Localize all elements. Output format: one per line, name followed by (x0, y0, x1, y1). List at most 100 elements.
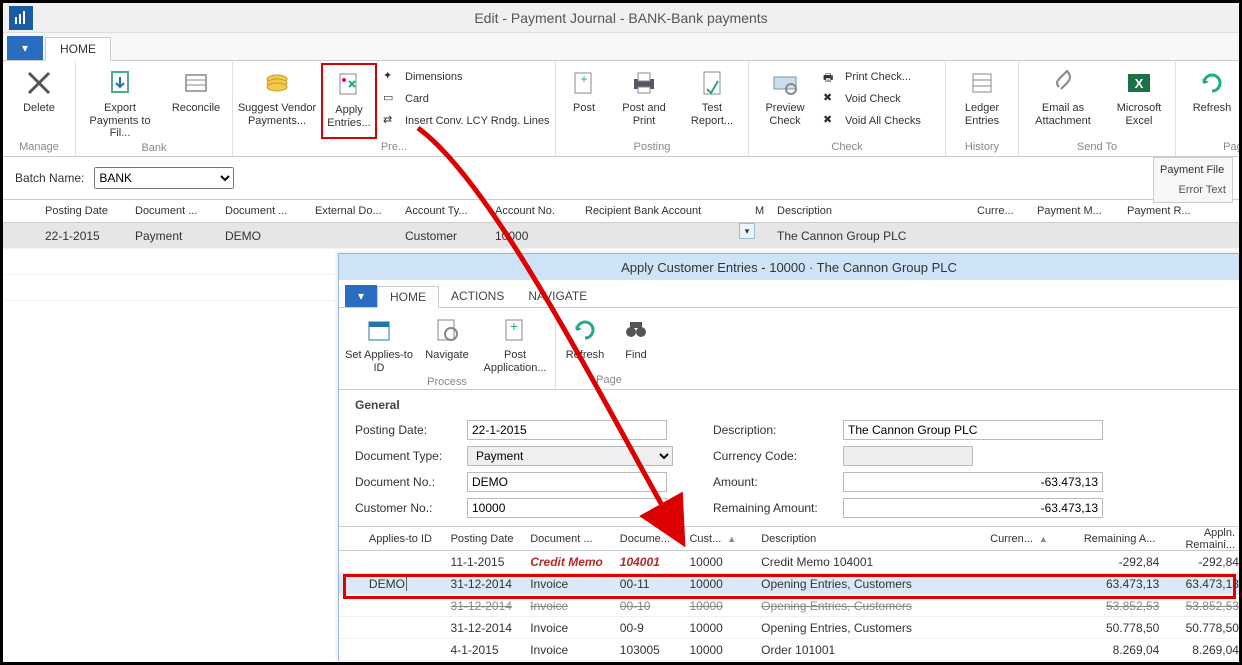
col-accno[interactable]: Account No. (495, 205, 585, 217)
refresh-button[interactable]: Refresh (1180, 63, 1242, 139)
apply-customer-entries-window: Apply Customer Entries - 10000 · The Can… (338, 253, 1240, 661)
entries-row[interactable]: 31-12-2014Invoice00-1010000Opening Entri… (339, 595, 1239, 617)
insert-icon: ⇄ (383, 113, 399, 129)
col-custno[interactable]: Cust...▲ (689, 533, 751, 545)
tab-bar: ▾ HOME (3, 33, 1239, 61)
batch-row: Batch Name: BANK (3, 157, 1239, 199)
sub-navigate-button[interactable]: Navigate (419, 310, 475, 374)
col-acctype[interactable]: Account Ty... (405, 205, 495, 217)
binoculars-icon (619, 313, 653, 347)
sub-tabbar: ▾ HOME ACTIONS NAVIGATE (339, 280, 1239, 308)
remaining-field[interactable] (843, 498, 1103, 518)
preview-check-button[interactable]: Preview Check (753, 63, 817, 139)
reconcile-icon (179, 66, 213, 100)
col-docno[interactable]: Docume... (620, 533, 690, 545)
doc-type-select[interactable]: Payment (467, 446, 673, 466)
dimensions-button[interactable]: ✦Dimensions (381, 67, 551, 87)
col-docno[interactable]: Document ... (225, 205, 315, 217)
refresh-icon (568, 313, 602, 347)
entries-row[interactable]: 31-12-2014Invoice00-910000Opening Entrie… (339, 617, 1239, 639)
excel-button[interactable]: X Microsoft Excel (1107, 63, 1171, 139)
void-all-icon: ✖ (823, 113, 839, 129)
void-all-checks-button[interactable]: ✖Void All Checks (821, 111, 941, 131)
window-title: Edit - Payment Journal - BANK-Bank payme… (3, 10, 1239, 26)
dimensions-icon: ✦ (383, 69, 399, 85)
export-payments-button[interactable]: Export Payments to Fil... (80, 63, 160, 140)
batch-label: Batch Name: (15, 171, 84, 185)
apply-entries-button[interactable]: Apply Entries... (321, 63, 377, 139)
test-report-button[interactable]: Test Report... (680, 63, 744, 139)
sub-window-title: Apply Customer Entries - 10000 · The Can… (339, 254, 1239, 280)
file-tab[interactable]: ▾ (7, 36, 43, 60)
col-remaining[interactable]: Remaining A... (1062, 533, 1160, 545)
ledger-icon (965, 66, 999, 100)
entries-row[interactable]: 4-1-2015Invoice10300510000Order 1010018.… (339, 639, 1239, 661)
sub-find-button[interactable]: Find (614, 310, 658, 372)
error-text-header: Error Text (1160, 184, 1226, 196)
refresh-icon (1195, 66, 1229, 100)
svg-text:+: + (580, 72, 587, 86)
calendar-icon (362, 313, 396, 347)
posting-date-field[interactable] (467, 420, 667, 440)
suggest-vendor-button[interactable]: Suggest Vendor Payments... (237, 63, 317, 139)
print-check-button[interactable]: 🖶Print Check... (821, 67, 941, 87)
post-button[interactable]: + Post (560, 63, 608, 139)
col-posting-date[interactable]: Posting Date (45, 205, 135, 217)
post-application-button[interactable]: + Post Application... (479, 310, 551, 374)
amount-field[interactable] (843, 472, 1103, 492)
general-heading: General (355, 398, 1223, 412)
sub-tab-home[interactable]: HOME (377, 286, 439, 308)
ledger-entries-button[interactable]: Ledger Entries (950, 63, 1014, 139)
reconcile-button[interactable]: Reconcile (164, 63, 228, 140)
grid-header: Posting Date Document ... Document ... E… (3, 199, 1239, 223)
card-button[interactable]: ▭Card (381, 89, 551, 109)
sub-file-tab[interactable]: ▾ (345, 285, 377, 307)
post-icon: + (567, 66, 601, 100)
batch-select[interactable]: BANK (94, 167, 234, 189)
apply-entries-icon (332, 68, 366, 102)
set-applies-to-id-button[interactable]: Set Applies-to ID (343, 310, 415, 374)
col-m[interactable]: M (755, 205, 777, 217)
col-currency[interactable]: Curren...▲ (990, 533, 1062, 545)
entries-grid: Applies-to ID Posting Date Document ... … (339, 526, 1239, 661)
general-section: General Posting Date: Document Type:Paym… (339, 390, 1239, 526)
cust-no-field[interactable] (467, 498, 667, 518)
col-payment-m[interactable]: Payment M... (1037, 205, 1127, 217)
titlebar: Edit - Payment Journal - BANK-Bank payme… (3, 3, 1239, 33)
sub-refresh-button[interactable]: Refresh (560, 310, 610, 372)
insert-conv-button[interactable]: ⇄Insert Conv. LCY Rndg. Lines (381, 111, 551, 131)
test-report-icon (695, 66, 729, 100)
doc-no-field[interactable] (467, 472, 667, 492)
card-icon: ▭ (383, 91, 399, 107)
recipient-dropdown-arrow[interactable]: ▾ (739, 223, 755, 239)
col-applies-to-id[interactable]: Applies-to ID (369, 533, 451, 545)
navigate-icon (430, 313, 464, 347)
col-description[interactable]: Description (761, 533, 990, 545)
svg-text:X: X (1135, 76, 1144, 91)
currency-field (843, 446, 973, 466)
col-doctype[interactable]: Document ... (530, 533, 620, 545)
grid-row[interactable]: 22-1-2015 Payment DEMO Customer 10000 Th… (3, 223, 1239, 249)
col-posting-date[interactable]: Posting Date (451, 533, 531, 545)
col-external[interactable]: External Do... (315, 205, 405, 217)
col-recipient[interactable]: Recipient Bank Account (585, 205, 755, 217)
sub-tab-actions[interactable]: ACTIONS (439, 285, 516, 307)
delete-button[interactable]: Delete (7, 63, 71, 139)
tab-home[interactable]: HOME (45, 37, 111, 61)
ribbon: Delete Manage Export Payments to Fil... … (3, 61, 1239, 157)
svg-text:+: + (510, 318, 518, 334)
col-payment-r[interactable]: Payment R... (1127, 205, 1227, 217)
email-attachment-button[interactable]: Email as Attachment (1023, 63, 1103, 139)
entries-row[interactable]: DEMO31-12-2014Invoice00-1110000Opening E… (339, 573, 1239, 595)
print-check-icon: 🖶 (823, 69, 839, 85)
coins-icon (260, 66, 294, 100)
col-appln-remaining[interactable]: Appln. Remaini... (1159, 527, 1239, 551)
desc-field[interactable] (843, 420, 1103, 440)
entries-row[interactable]: 11-1-2015Credit Memo10400110000Credit Me… (339, 551, 1239, 573)
col-doctype[interactable]: Document ... (135, 205, 225, 217)
void-check-button[interactable]: ✖Void Check (821, 89, 941, 109)
col-currency[interactable]: Curre... (977, 205, 1037, 217)
col-description[interactable]: Description (777, 205, 977, 217)
post-print-button[interactable]: Post and Print (612, 63, 676, 139)
sub-tab-navigate[interactable]: NAVIGATE (516, 285, 599, 307)
